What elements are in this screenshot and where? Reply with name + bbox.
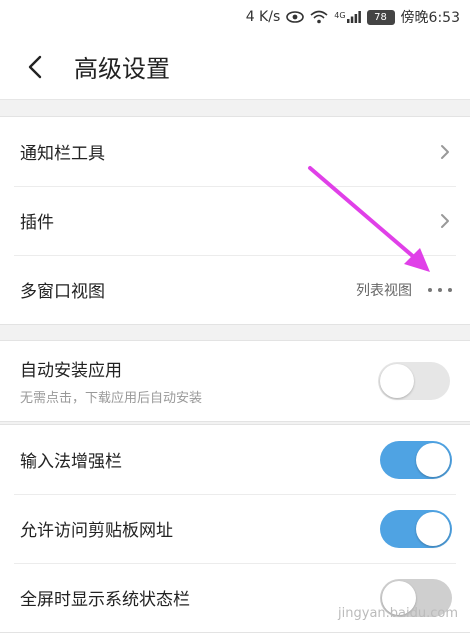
clock: 傍晚6:53 <box>400 10 460 26</box>
page-title: 高级设置 <box>74 55 170 83</box>
row-clipboard-url[interactable]: 允许访问剪贴板网址 <box>0 494 470 563</box>
network-type: 4G <box>334 11 346 20</box>
row-sublabel: 无需点击，下载应用后自动安装 <box>20 391 203 406</box>
row-input-enhance-bar[interactable]: 输入法增强栏 <box>0 425 470 494</box>
row-auto-install[interactable]: 自动安装应用 无需点击，下载应用后自动安装 <box>0 341 470 421</box>
chevron-left-icon <box>28 55 42 78</box>
settings-group-general: 通知栏工具 插件 多窗口视图 列表视图 <box>0 116 470 325</box>
auto-install-toggle[interactable] <box>378 362 450 400</box>
row-label: 允许访问剪贴板网址 <box>20 521 173 541</box>
wifi-icon <box>310 10 328 24</box>
row-plugins[interactable]: 插件 <box>0 186 470 255</box>
cellular-signal-icon: 4G <box>334 11 361 23</box>
input-enhance-toggle[interactable] <box>380 440 452 479</box>
row-multi-window-view[interactable]: 多窗口视图 列表视图 <box>0 255 470 324</box>
back-button[interactable] <box>20 47 50 87</box>
settings-group-input: 输入法增强栏 允许访问剪贴板网址 全屏时显示系统状态栏 <box>0 424 470 633</box>
row-label: 插件 <box>20 213 54 233</box>
row-label: 全屏时显示系统状态栏 <box>20 590 190 610</box>
row-label: 自动安装应用 <box>20 361 122 381</box>
eye-icon <box>286 11 305 23</box>
clipboard-url-toggle[interactable] <box>380 509 452 548</box>
more-icon[interactable] <box>428 287 452 292</box>
row-label: 输入法增强栏 <box>20 452 122 472</box>
battery-icon: 78 <box>366 9 395 25</box>
row-label: 多窗口视图 <box>20 282 105 302</box>
header: 高级设置 <box>0 34 470 100</box>
network-speed: 4 K/s <box>245 9 281 25</box>
chevron-right-icon <box>438 211 452 231</box>
row-notification-toolbar[interactable]: 通知栏工具 <box>0 117 470 186</box>
row-label: 通知栏工具 <box>20 144 105 164</box>
row-fullscreen-statusbar[interactable]: 全屏时显示系统状态栏 <box>0 563 470 632</box>
settings-group-install: 自动安装应用 无需点击，下载应用后自动安装 <box>0 340 470 422</box>
watermark: jingyan.baidu.com <box>338 606 458 621</box>
status-bar: 4 K/s 4G 78 傍晚6:53 <box>0 0 470 34</box>
chevron-right-icon <box>438 142 452 162</box>
row-value: 列表视图 <box>356 282 412 299</box>
